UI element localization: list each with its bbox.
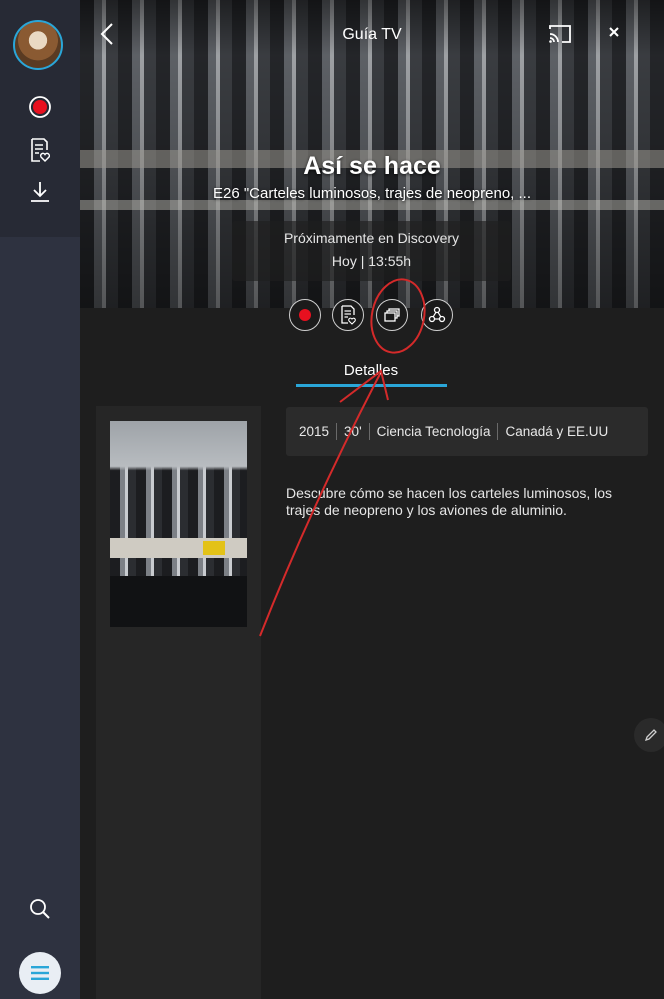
tab-details-indicator <box>296 384 447 387</box>
airing-time: Hoy | 13:55h <box>331 253 412 269</box>
airing-info: Próximamente en Discovery Hoy | 13:55h <box>232 221 511 281</box>
menu-button[interactable] <box>19 952 61 994</box>
airing-channel: Próximamente en Discovery <box>283 230 460 246</box>
thumbnail-rail <box>110 538 247 558</box>
close-icon[interactable] <box>606 24 622 45</box>
tab-details[interactable]: Detalles <box>296 362 446 379</box>
program-meta: 2015 30' Ciencia Tecnología Canadá y EE.… <box>286 407 648 456</box>
record-icon <box>299 309 311 321</box>
program-description: Descubre cómo se hacen los carteles lumi… <box>286 485 613 518</box>
sidebar <box>0 0 80 999</box>
menu-icon <box>31 966 49 980</box>
thumbnail-floor <box>110 576 247 627</box>
thumbnail-sign <box>203 541 225 555</box>
program-thumbnail <box>110 421 247 627</box>
add-to-watchlist-button[interactable] <box>332 299 364 331</box>
multiscreen-icon <box>384 308 400 322</box>
record-icon[interactable] <box>27 94 53 120</box>
meta-genre: Ciencia Tecnología <box>376 424 491 439</box>
meta-duration: 30' <box>344 424 362 439</box>
pencil-icon <box>644 729 657 742</box>
program-title: Así se hace <box>303 152 441 180</box>
edit-button[interactable] <box>634 718 664 752</box>
record-button[interactable] <box>289 299 321 331</box>
share-icon <box>428 306 446 323</box>
search-icon[interactable] <box>27 896 53 922</box>
download-icon[interactable] <box>27 179 53 205</box>
share-button[interactable] <box>421 299 453 331</box>
episode-title: E26 "Carteles luminosos, trajes de neopr… <box>213 185 531 202</box>
meta-year: 2015 <box>299 424 330 439</box>
watchlist-icon <box>341 305 356 325</box>
cast-icon[interactable] <box>548 24 572 49</box>
meta-country: Canadá y EE.UU <box>505 424 609 439</box>
watchlist-icon[interactable] <box>27 137 53 163</box>
multiscreen-button[interactable] <box>376 299 408 331</box>
